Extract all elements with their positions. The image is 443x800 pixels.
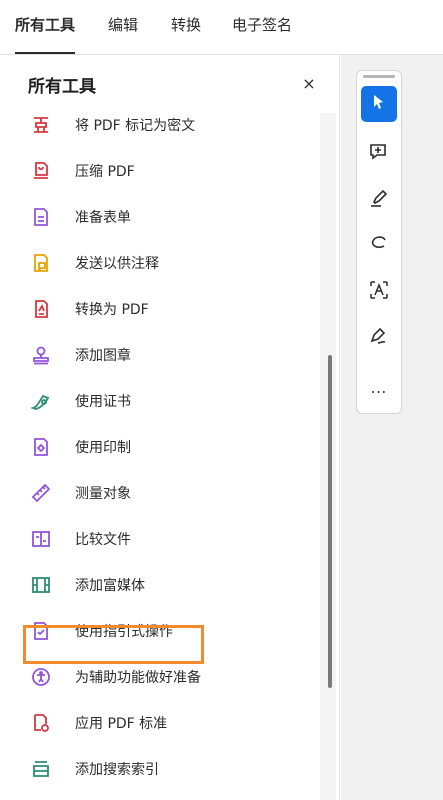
draw-button[interactable] xyxy=(361,228,397,264)
print-production-icon xyxy=(30,436,52,458)
tool-item-send-for-comments[interactable]: 发送以供注释 xyxy=(30,245,300,281)
tool-label: 为辅助功能做好准备 xyxy=(75,670,201,686)
tool-item-guided-actions[interactable]: 使用指引式操作 xyxy=(30,613,300,649)
tool-item-measure[interactable]: 测量对象 xyxy=(30,475,300,511)
tool-label: 准备表单 xyxy=(75,210,131,226)
tool-item-certificates[interactable]: 使用证书 xyxy=(30,383,300,419)
tab-convert[interactable]: 转换 xyxy=(171,14,201,54)
tool-item-add-stamp[interactable]: 添加图章 xyxy=(30,337,300,373)
send-for-comments-icon xyxy=(30,252,52,274)
tool-item-create-pdf[interactable]: 转换为 PDF xyxy=(30,291,300,327)
tool-item-pdf-standards[interactable]: 应用 PDF 标准 xyxy=(30,705,300,741)
tool-label: 添加图章 xyxy=(75,348,131,364)
add-comment-icon xyxy=(369,142,389,166)
add-comment-button[interactable] xyxy=(361,136,397,172)
create-pdf-icon xyxy=(30,298,52,320)
tool-label: 使用证书 xyxy=(75,394,131,410)
tool-label: 转换为 PDF xyxy=(75,302,149,318)
measure-icon xyxy=(30,482,52,504)
tab-e-sign[interactable]: 电子签名 xyxy=(232,14,292,54)
search-index-icon xyxy=(30,758,52,780)
tool-label: 添加富媒体 xyxy=(75,578,145,594)
tool-item-compress-pdf[interactable]: 压缩 PDF xyxy=(30,153,300,189)
tool-label: 使用印制 xyxy=(75,440,131,456)
guided-actions-icon xyxy=(30,620,52,642)
tab-edit[interactable]: 编辑 xyxy=(108,14,138,54)
pdf-standards-icon xyxy=(30,712,52,734)
select-tool-button[interactable] xyxy=(361,86,397,122)
prepare-form-icon xyxy=(30,206,52,228)
tool-item-redact[interactable]: 将 PDF 标记为密文 xyxy=(30,107,300,143)
tool-item-print-production[interactable]: 使用印制 xyxy=(30,429,300,465)
drag-handle[interactable] xyxy=(363,75,395,78)
tool-label: 发送以供注释 xyxy=(75,256,159,272)
highlight-icon xyxy=(369,188,389,212)
rich-media-icon xyxy=(30,574,52,596)
compress-pdf-icon xyxy=(30,160,52,182)
add-text-icon xyxy=(369,280,389,304)
tool-label: 添加搜索索引 xyxy=(75,762,159,778)
tool-item-prepare-form[interactable]: 准备表单 xyxy=(30,199,300,235)
sign-button[interactable] xyxy=(361,320,397,356)
tool-label: 使用指引式操作 xyxy=(75,624,173,640)
tool-label: 比较文件 xyxy=(75,532,131,548)
top-menu-bar: 所有工具 编辑 转换 电子签名 xyxy=(0,0,443,55)
scrollbar-thumb[interactable] xyxy=(328,355,332,688)
stamp-icon xyxy=(30,344,52,366)
more-tools-button[interactable]: … xyxy=(361,369,397,405)
tool-label: 测量对象 xyxy=(75,486,131,502)
tool-item-search-index[interactable]: 添加搜索索引 xyxy=(30,751,300,787)
tool-item-rich-media[interactable]: 添加富媒体 xyxy=(30,567,300,603)
redact-icon xyxy=(30,114,52,136)
tool-item-compare-files[interactable]: 比较文件 xyxy=(30,521,300,557)
accessibility-icon xyxy=(30,666,52,688)
certificate-icon xyxy=(30,390,52,412)
tool-label: 压缩 PDF xyxy=(75,164,135,180)
highlight-button[interactable] xyxy=(361,182,397,218)
compare-files-icon xyxy=(30,528,52,550)
all-tools-panel: 所有工具 × 将 PDF 标记为密文 压缩 PDF 准备表单 发送以供注释 转换… xyxy=(0,55,340,800)
sign-icon xyxy=(369,326,389,350)
close-panel-button[interactable]: × xyxy=(298,73,320,95)
draw-icon xyxy=(369,234,389,258)
panel-title: 所有工具 xyxy=(28,77,96,97)
tab-all-tools[interactable]: 所有工具 xyxy=(15,14,76,54)
add-text-button[interactable] xyxy=(361,274,397,310)
tool-label: 将 PDF 标记为密文 xyxy=(75,118,196,134)
tool-item-accessibility[interactable]: 为辅助功能做好准备 xyxy=(30,659,300,695)
select-cursor-icon xyxy=(370,93,388,115)
tool-label: 应用 PDF 标准 xyxy=(75,716,168,732)
quick-tools-bar: … xyxy=(356,70,402,414)
